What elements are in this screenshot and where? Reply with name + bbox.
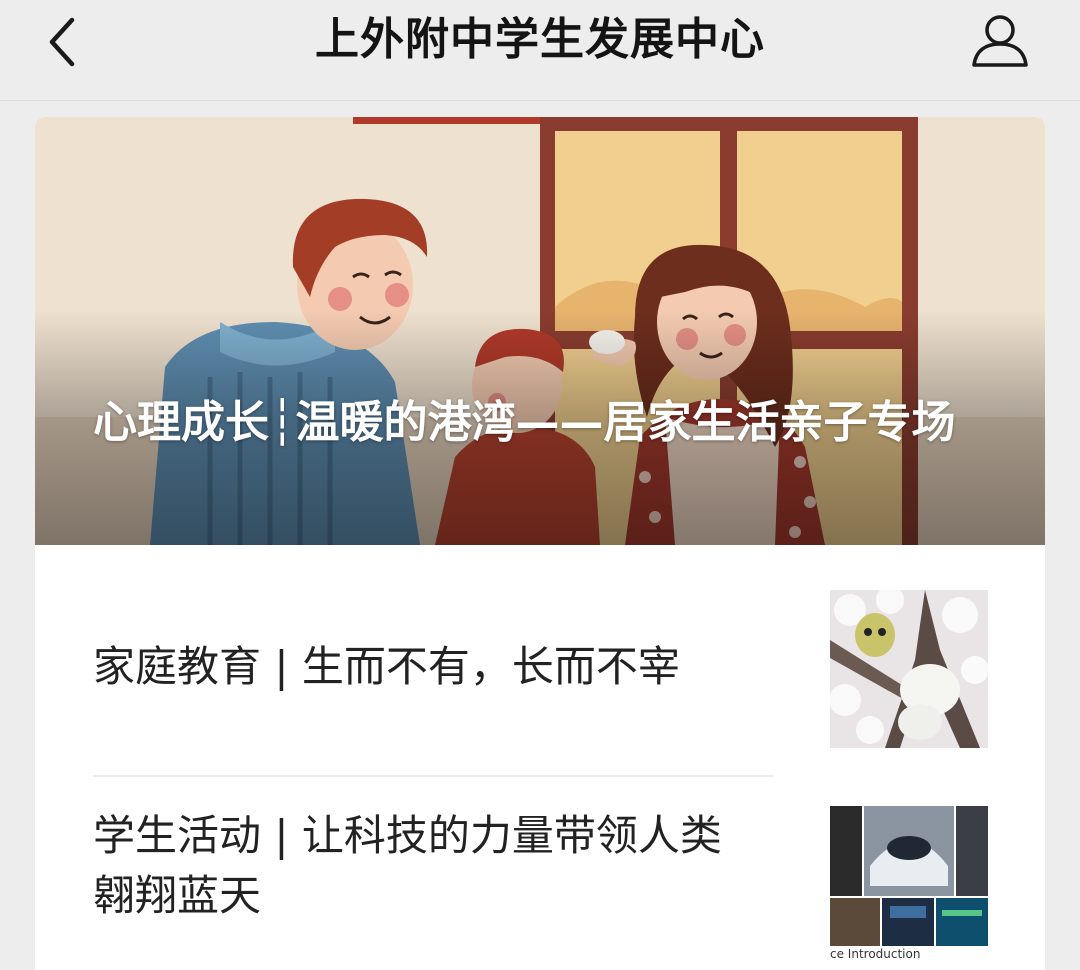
article-title: 家庭教育 | 生而不有，长而不宰 — [93, 642, 680, 691]
top-bar: 上外附中学生发展中心 — [0, 0, 1080, 101]
back-button[interactable] — [40, 14, 90, 70]
profile-button[interactable] — [968, 10, 1032, 72]
article-thumbnail — [830, 590, 988, 748]
thumbnail-caption: ce Introduction — [830, 947, 921, 961]
article-thumbnail: ce Introduction — [830, 806, 988, 964]
photo-icon — [830, 590, 988, 748]
photo-icon — [830, 806, 988, 964]
article-title: 学生活动 | 让科技的力量带领人类翱翔蓝天 — [93, 811, 722, 920]
hero-article[interactable]: 心理成长┆温暖的港湾——居家生活亲子专场 — [35, 117, 1045, 545]
list-item[interactable]: 学生活动 | 让科技的力量带领人类翱翔蓝天 ce Introduction — [35, 777, 1045, 970]
page-title: 上外附中学生发展中心 — [315, 14, 765, 65]
article-card: 心理成长┆温暖的港湾——居家生活亲子专场 家庭教育 | 生而不有，长而不宰 学生… — [35, 117, 1045, 970]
list-item[interactable]: 家庭教育 | 生而不有，长而不宰 — [35, 545, 1045, 775]
person-icon — [972, 15, 1028, 67]
chevron-left-icon — [49, 17, 75, 67]
hero-title: 心理成长┆温暖的港湾——居家生活亲子专场 — [93, 397, 956, 448]
hero-gradient — [35, 117, 1045, 545]
